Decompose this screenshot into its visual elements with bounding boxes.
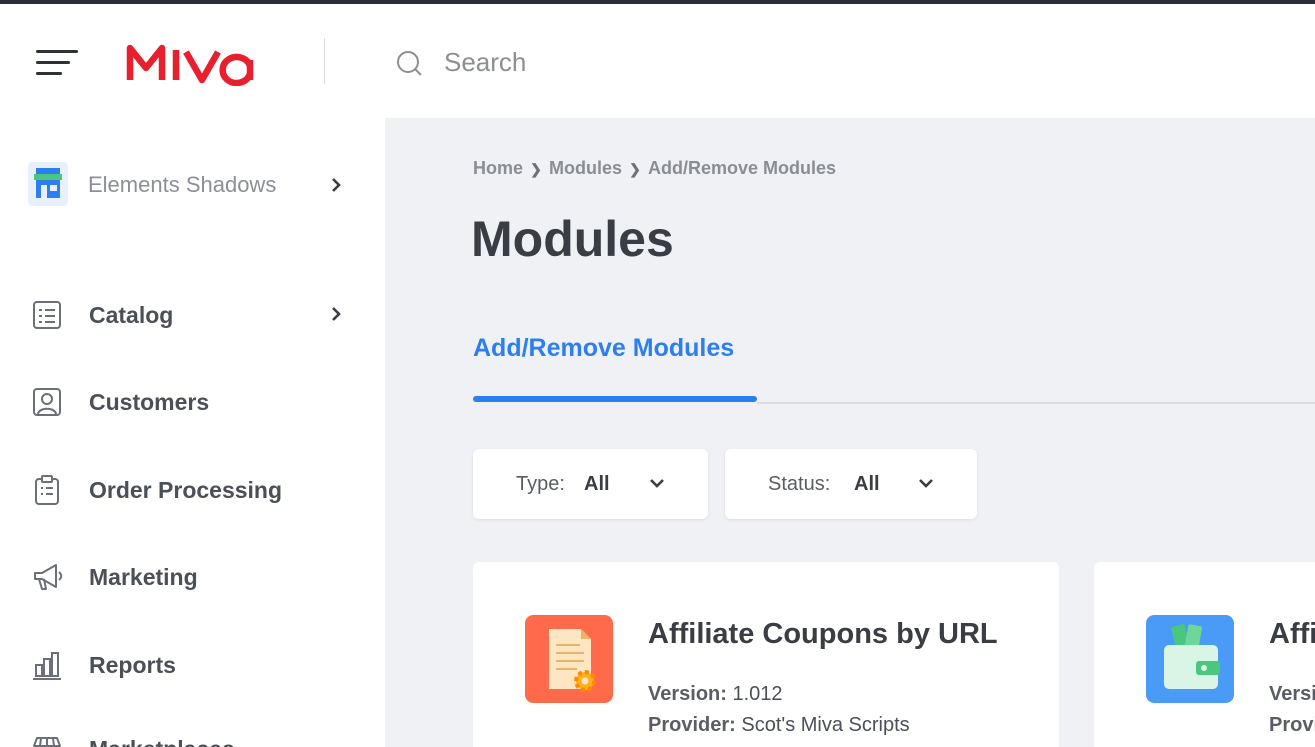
sidebar: Elements Shadows Catalog Customers Order… bbox=[0, 118, 385, 747]
hamburger-menu-icon[interactable] bbox=[36, 48, 78, 78]
version-label: Version: bbox=[1269, 683, 1315, 705]
provider-label: Provider: bbox=[648, 714, 736, 736]
sidebar-item-order-processing[interactable]: Order Processing bbox=[30, 467, 360, 511]
chevron-right-icon bbox=[332, 307, 341, 321]
breadcrumb: Home ❯ Modules ❯ Add/Remove Modules bbox=[473, 158, 836, 179]
catalog-icon bbox=[33, 301, 61, 329]
provider-value: Scot's Miva Scripts bbox=[741, 714, 910, 736]
provider-label: Provider: bbox=[1269, 714, 1315, 736]
active-tab-indicator bbox=[473, 396, 757, 402]
sidebar-item-label: Reports bbox=[89, 652, 176, 678]
search-icon bbox=[397, 51, 422, 76]
sidebar-item-marketing[interactable]: Marketing bbox=[30, 554, 360, 598]
module-title: Affiliate bbox=[1269, 618, 1315, 650]
sidebar-item-customers[interactable]: Customers bbox=[30, 379, 360, 423]
module-version: Version: 1.012 bbox=[648, 683, 783, 706]
tab-add-remove-modules[interactable]: Add/Remove Modules bbox=[473, 334, 734, 363]
storefront-icon bbox=[28, 162, 68, 206]
module-title: Affiliate Coupons by URL bbox=[648, 618, 998, 650]
breadcrumb-modules[interactable]: Modules bbox=[549, 158, 622, 178]
sidebar-item-label: Order Processing bbox=[89, 477, 283, 503]
top-bar bbox=[0, 4, 1315, 118]
sidebar-item-reports[interactable]: Reports bbox=[30, 642, 360, 686]
status-filter-dropdown[interactable]: Status: All bbox=[725, 449, 977, 519]
module-provider: Provider: Scot's Miva Scripts bbox=[648, 714, 910, 737]
chevron-down-icon bbox=[650, 479, 664, 488]
clipboard-icon bbox=[35, 475, 59, 505]
type-filter-label: Type: bbox=[516, 473, 565, 495]
page-title: Modules bbox=[471, 211, 674, 267]
sidebar-item-catalog[interactable]: Catalog bbox=[30, 292, 360, 336]
top-divider bbox=[324, 38, 325, 84]
main-content: Home ❯ Modules ❯ Add/Remove Modules Modules … bbox=[385, 118, 1315, 747]
module-card[interactable]: Affiliate Version: Provider: bbox=[1094, 562, 1315, 747]
breadcrumb-add-remove-modules[interactable]: Add/Remove Modules bbox=[648, 158, 836, 178]
version-value: 1.012 bbox=[732, 683, 783, 705]
status-filter-value: All bbox=[854, 473, 880, 495]
status-filter-label: Status: bbox=[768, 473, 831, 495]
sidebar-item-label: Customers bbox=[89, 389, 210, 415]
breadcrumb-separator-icon: ❯ bbox=[629, 161, 641, 177]
search-input[interactable] bbox=[444, 42, 1044, 82]
module-provider: Provider: bbox=[1269, 714, 1315, 737]
miva-logo[interactable] bbox=[126, 38, 254, 86]
breadcrumb-home[interactable]: Home bbox=[473, 158, 523, 178]
store-icon bbox=[33, 737, 61, 747]
module-version: Version: bbox=[1269, 683, 1315, 706]
megaphone-icon bbox=[34, 564, 63, 590]
wallet-icon bbox=[1146, 615, 1234, 703]
document-gear-icon bbox=[525, 615, 613, 703]
sidebar-item-label: Marketing bbox=[89, 564, 198, 590]
chevron-down-icon bbox=[919, 479, 933, 488]
type-filter-dropdown[interactable]: Type: All bbox=[473, 449, 708, 519]
module-card[interactable]: Affiliate Coupons by URL Version: 1.012 … bbox=[473, 562, 1059, 747]
breadcrumb-separator-icon: ❯ bbox=[530, 161, 542, 177]
sidebar-item-label: Catalog bbox=[89, 302, 174, 328]
chevron-right-icon bbox=[332, 178, 341, 192]
sidebar-item-label: Marketplaces bbox=[89, 736, 235, 747]
customers-icon bbox=[33, 388, 61, 416]
type-filter-value: All bbox=[584, 473, 610, 495]
store-name: Elements Shadows bbox=[88, 172, 277, 197]
sidebar-item-marketplaces[interactable]: Marketplaces bbox=[30, 726, 360, 747]
tab-divider bbox=[757, 402, 1315, 404]
bar-chart-icon bbox=[33, 652, 61, 680]
version-label: Version: bbox=[648, 683, 727, 705]
store-selector[interactable]: Elements Shadows bbox=[28, 162, 358, 206]
